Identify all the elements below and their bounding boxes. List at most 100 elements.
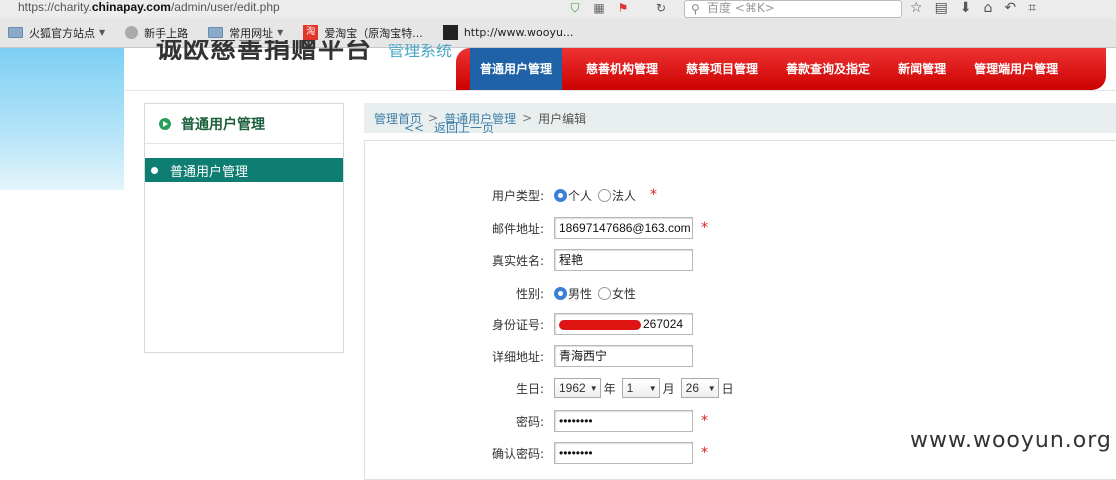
play-circle-icon xyxy=(159,117,171,130)
birthday-row: 生日: 1962 ▼ 年 1 ▼ 月 26 ▼ 日 xyxy=(440,376,1100,400)
bookmark-item[interactable]: 常用网址 ▼ xyxy=(208,25,283,41)
url-prefix: https://charity. xyxy=(18,0,92,14)
folder-icon xyxy=(208,27,224,38)
bookmark-item[interactable]: http://www.wooyu... xyxy=(442,25,574,40)
globe-icon xyxy=(125,26,139,39)
email-field[interactable]: 18697147686@163.com xyxy=(554,217,693,239)
chevron-down-icon: ▼ xyxy=(277,28,284,37)
taobao-icon: 淘 xyxy=(303,25,319,40)
id-number-field[interactable]: 267024 xyxy=(554,313,693,335)
address-row: 详细地址: 青海西宁 xyxy=(440,344,1100,368)
user-type-legal-label: 法人 xyxy=(612,188,637,203)
home-icon[interactable]: ⌂ xyxy=(984,0,993,16)
browser-url-bar: https://charity.chinapay.com/admin/user/… xyxy=(0,0,1116,18)
email-label: 邮件地址: xyxy=(491,221,544,236)
gender-male-radio[interactable] xyxy=(554,286,567,300)
required-mark: * xyxy=(701,413,708,429)
id-number-suffix: 267024 xyxy=(643,317,684,331)
user-type-row: 用户类型: 个人 法人 * xyxy=(440,183,1100,207)
gender-female-radio[interactable] xyxy=(598,286,612,300)
qr-code-icon[interactable]: ▦ xyxy=(592,1,606,15)
breadcrumb-current: 用户编辑 xyxy=(538,111,587,126)
user-type-personal-label: 个人 xyxy=(568,188,593,203)
search-icon: ⚲ xyxy=(691,2,700,16)
id-number-label: 身份证号: xyxy=(491,317,544,332)
user-type-label: 用户类型: xyxy=(491,188,544,203)
bookmark-label: 火狐官方站点 xyxy=(29,26,95,40)
reading-list-icon[interactable]: ▤ xyxy=(935,0,948,16)
birth-day-select[interactable]: 26 ▼ xyxy=(680,378,719,398)
nav-item-news[interactable]: 新闻管理 xyxy=(894,48,950,90)
required-mark: * xyxy=(701,445,708,461)
bookmark-label: 常用网址 xyxy=(229,26,274,40)
gender-label: 性别: xyxy=(515,286,544,301)
gender-female-label: 女性 xyxy=(612,286,637,301)
bookmark-flag-icon[interactable]: ⚑ xyxy=(616,1,630,15)
bullet-icon xyxy=(151,166,158,174)
user-type-legal-radio[interactable] xyxy=(598,188,612,202)
real-name-field[interactable]: 程艳 xyxy=(554,249,693,271)
real-name-row: 真实姓名: 程艳 xyxy=(440,248,1100,272)
chevron-down-icon: ▼ xyxy=(707,383,716,393)
sidebar-title: 普通用户管理 xyxy=(181,116,265,133)
required-mark: * xyxy=(650,187,658,203)
id-number-row: 身份证号: 267024 xyxy=(440,312,1100,336)
star-icon[interactable]: ☆ xyxy=(910,0,923,16)
birth-day-value: 26 xyxy=(685,381,700,395)
site-logo-subtitle: 管理系统 xyxy=(388,44,453,60)
password-label: 密码: xyxy=(515,414,544,429)
double-chevron-left-icon: << xyxy=(404,121,425,135)
watermark: www.wooyun.org xyxy=(910,428,1112,453)
folder-icon xyxy=(8,27,23,38)
nav-item-charity-projects[interactable]: 慈善项目管理 xyxy=(682,48,762,90)
month-unit: 月 xyxy=(662,381,675,396)
sidebar: 普通用户管理 普通用户管理 xyxy=(144,103,344,353)
bookmark-item[interactable]: 新手上路 xyxy=(125,25,188,41)
birth-month-select[interactable]: 1 ▼ xyxy=(621,378,660,398)
url-path: /admin/user/edit.php xyxy=(170,0,280,14)
sidebar-header: 普通用户管理 xyxy=(145,104,343,144)
main-nav: 普通用户管理 慈善机构管理 慈善项目管理 善款查询及指定 新闻管理 管理端用户管… xyxy=(456,48,1106,90)
confirm-password-field[interactable]: •••••••• xyxy=(554,442,693,464)
url-bar-icons: ⛉ ▦ ⚑ ↻ xyxy=(568,0,668,16)
shield-icon[interactable]: ⛉ xyxy=(568,1,582,15)
nav-item-donation-query[interactable]: 善款查询及指定 xyxy=(782,48,874,90)
user-type-personal-radio[interactable] xyxy=(554,188,567,202)
gender-male-label: 男性 xyxy=(568,286,593,301)
nav-item-ordinary-users[interactable]: 普通用户管理 xyxy=(470,48,563,90)
birthday-label: 生日: xyxy=(515,381,544,396)
sidebar-item-label: 普通用户管理 xyxy=(170,164,249,180)
birth-month-value: 1 xyxy=(626,381,634,395)
back-arrow-icon[interactable]: ↶ xyxy=(1004,0,1016,16)
header-divider xyxy=(124,90,1116,91)
back-link-label: 返回上一页 xyxy=(433,121,494,135)
bookmark-label: 爱淘宝（原淘宝特... xyxy=(324,26,423,40)
required-mark: * xyxy=(701,220,708,236)
bookmark-label: 新手上路 xyxy=(144,26,189,40)
email-row: 邮件地址: 18697147686@163.com * xyxy=(440,216,1100,240)
day-unit: 日 xyxy=(721,381,734,396)
chevron-down-icon: ▼ xyxy=(648,383,657,393)
reload-icon[interactable]: ↻ xyxy=(654,1,668,15)
url-field[interactable]: https://charity.chinapay.com/admin/user/… xyxy=(18,0,280,14)
breadcrumb-separator: > xyxy=(522,111,533,125)
year-unit: 年 xyxy=(603,381,616,396)
sidebar-item-ordinary-users[interactable]: 普通用户管理 xyxy=(145,158,343,182)
nav-item-admin-users[interactable]: 管理端用户管理 xyxy=(970,48,1062,90)
nav-item-charity-orgs[interactable]: 慈善机构管理 xyxy=(582,48,662,90)
bookmark-item[interactable]: 火狐官方站点 ▼ xyxy=(8,25,105,41)
address-field[interactable]: 青海西宁 xyxy=(554,345,693,367)
crop-icon[interactable]: ⌗ xyxy=(1028,0,1036,16)
birth-year-select[interactable]: 1962 ▼ xyxy=(554,378,601,398)
redaction-mark xyxy=(559,319,641,330)
bookmark-label: http://www.wooyu... xyxy=(463,26,574,39)
url-domain: chinapay.com xyxy=(91,0,171,14)
back-link[interactable]: << 返回上一页 xyxy=(404,119,494,136)
bookmark-item[interactable]: 淘 爱淘宝（原淘宝特... xyxy=(303,25,423,41)
search-input[interactable]: ⚲ 百度 <⌘K> xyxy=(684,0,902,18)
address-label: 详细地址: xyxy=(491,349,544,364)
password-field[interactable]: •••••••• xyxy=(554,410,693,432)
gender-row: 性别: 男性 女性 xyxy=(440,281,1100,305)
download-icon[interactable]: ⬇ xyxy=(960,0,972,16)
chevron-down-icon: ▼ xyxy=(99,28,106,37)
